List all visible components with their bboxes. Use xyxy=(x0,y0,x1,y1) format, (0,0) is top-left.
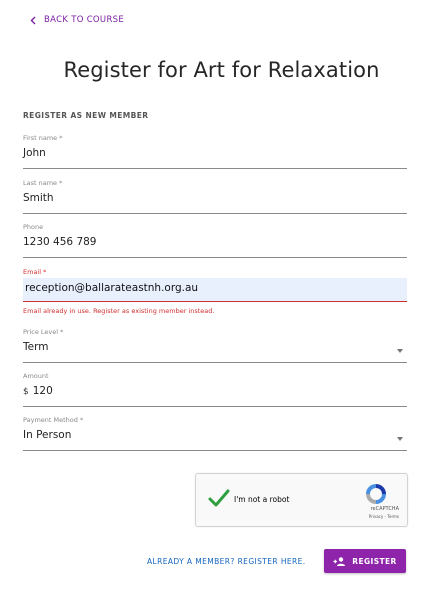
payment-method-label: Payment Method * xyxy=(23,416,84,424)
email-error-message: Email already in use. Register as existi… xyxy=(23,307,215,315)
checkmark-icon[interactable] xyxy=(208,488,230,508)
register-button[interactable]: REGISTER xyxy=(324,549,406,573)
recaptcha-label: I'm not a robot xyxy=(234,495,290,504)
price-level-label: Price Level * xyxy=(23,328,64,336)
recaptcha-privacy-terms-link[interactable]: Privacy - Terms xyxy=(369,514,399,519)
payment-method-underline xyxy=(23,450,407,451)
first-name-label: First name * xyxy=(23,134,63,142)
page-title: Register for Art for Relaxation xyxy=(63,58,380,82)
price-level-underline xyxy=(23,362,407,363)
phone-underline xyxy=(23,257,407,258)
last-name-label: Last name * xyxy=(23,179,63,187)
back-to-course-link[interactable]: BACK TO COURSE xyxy=(30,15,124,25)
chevron-down-icon[interactable] xyxy=(397,349,403,353)
add-user-icon xyxy=(333,556,346,566)
back-to-course-label: BACK TO COURSE xyxy=(44,15,125,25)
payment-method-select[interactable]: Payment Method * In Person xyxy=(23,416,407,451)
section-heading: REGISTER AS NEW MEMBER xyxy=(23,111,149,120)
amount-row: $120 xyxy=(23,384,407,399)
email-underline xyxy=(23,301,407,302)
amount-value[interactable]: 120 xyxy=(33,385,53,397)
last-name-underline xyxy=(23,213,407,214)
recaptcha-logo-icon xyxy=(366,484,386,504)
recaptcha-widget[interactable]: I'm not a robot reCAPTCHA Privacy - Term… xyxy=(195,473,408,527)
already-member-link[interactable]: ALREADY A MEMBER? REGISTER HERE. xyxy=(147,557,306,566)
email-value[interactable]: reception@ballarateastnh.org.au xyxy=(25,282,198,294)
price-level-select[interactable]: Price Level * Term xyxy=(23,328,407,363)
phone-label: Phone xyxy=(23,223,44,231)
first-name-field[interactable]: First name * John xyxy=(23,134,407,169)
currency-prefix: $ xyxy=(23,387,29,397)
chevron-down-icon[interactable] xyxy=(397,437,403,441)
recaptcha-brand: reCAPTCHA xyxy=(370,506,399,512)
email-label: Email * xyxy=(23,268,47,276)
first-name-value[interactable]: John xyxy=(23,146,407,160)
first-name-underline xyxy=(23,168,407,169)
payment-method-value[interactable]: In Person xyxy=(23,428,407,442)
phone-field[interactable]: Phone 1230 456 789 xyxy=(23,223,407,258)
last-name-value[interactable]: Smith xyxy=(23,191,407,205)
register-label: REGISTER xyxy=(352,556,397,566)
last-name-field[interactable]: Last name * Smith xyxy=(23,179,407,214)
price-level-value[interactable]: Term xyxy=(23,340,407,354)
chevron-left-icon xyxy=(30,16,36,24)
amount-underline xyxy=(23,406,407,407)
amount-field[interactable]: Amount $120 xyxy=(23,372,407,407)
phone-value[interactable]: 1230 456 789 xyxy=(23,235,407,249)
amount-label: Amount xyxy=(23,372,49,380)
